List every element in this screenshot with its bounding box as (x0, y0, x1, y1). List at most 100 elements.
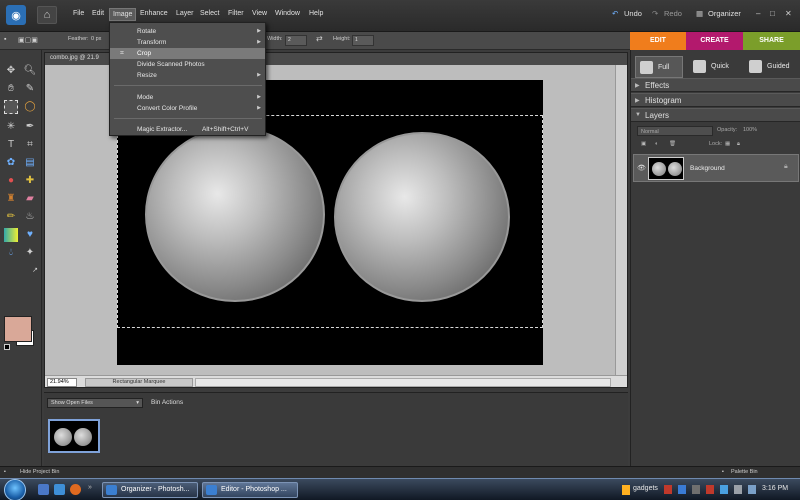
width-field[interactable]: 2 (285, 35, 307, 46)
menu-crop[interactable]: ⌗ Crop (110, 48, 265, 59)
marquee-tool-icon[interactable] (4, 100, 18, 114)
menu-layer[interactable]: Layer (176, 10, 194, 17)
lock-transparency-icon[interactable]: ▦ (725, 141, 730, 147)
visibility-eye-icon[interactable]: 👁︎ (637, 164, 646, 172)
height-field[interactable]: 1 (352, 35, 374, 46)
organizer-button[interactable]: Organizer (708, 9, 741, 18)
blur-tool-icon[interactable]: 💧︎ (4, 246, 18, 260)
options-menu-icon[interactable]: ▪ (4, 36, 6, 43)
quick-selection-tool-icon[interactable]: ✒ (23, 120, 37, 134)
magic-wand-tool-icon[interactable]: ✳ (4, 120, 18, 134)
swap-colors-icon[interactable]: ↗ (28, 264, 42, 278)
smart-brush-tool-icon[interactable]: ♨ (23, 210, 37, 224)
eyedropper-tool-icon[interactable]: ✎ (23, 82, 37, 96)
crop-tool-icon[interactable]: ⌗ (23, 138, 37, 152)
menu-help[interactable]: Help (309, 10, 323, 17)
clone-stamp-tool-icon[interactable]: ♜ (4, 192, 18, 206)
task-organizer[interactable]: Organizer - Photosh... (102, 482, 198, 498)
opacity-value[interactable]: 100% (743, 127, 757, 133)
healing-brush-tool-icon[interactable]: ✚ (23, 174, 37, 188)
menu-divide-scanned-photos[interactable]: Divide Scanned Photos (110, 59, 265, 70)
undo-button[interactable]: Undo (624, 9, 642, 18)
menu-resize[interactable]: Resize ▶ (110, 70, 265, 81)
mode-full-button[interactable]: Full (635, 56, 683, 78)
switch-windows-icon[interactable] (54, 484, 65, 495)
swap-icon[interactable]: ⇄ (316, 34, 323, 43)
adjustment-layer-icon[interactable]: ◐ (655, 141, 658, 147)
default-colors-icon[interactable] (4, 344, 10, 350)
bin-thumbnail[interactable] (48, 419, 100, 453)
menu-select[interactable]: Select (200, 10, 219, 17)
home-icon[interactable]: ⌂ (37, 6, 57, 24)
menu-rotate[interactable]: Rotate ▶ (110, 26, 265, 37)
brush-tool-icon[interactable]: ✏ (4, 210, 18, 224)
tray-network-icon[interactable] (678, 485, 686, 494)
status-info[interactable]: Rectangular Marquee (85, 378, 193, 387)
menu-view[interactable]: View (252, 10, 267, 17)
tab-create[interactable]: CREATE (686, 32, 743, 50)
tab-share[interactable]: SHARE (743, 32, 800, 50)
organizer-icon[interactable]: ▦ (696, 9, 703, 18)
start-orb-icon[interactable] (4, 479, 26, 500)
zoom-level-field[interactable]: 21.94% (47, 378, 77, 387)
menu-magic-extractor[interactable]: Magic Extractor... Alt+Shift+Ctrl+V (110, 124, 265, 135)
menu-window[interactable]: Window (275, 10, 300, 17)
gadgets-label[interactable]: gadgets (633, 485, 658, 492)
layer-row-background[interactable]: 👁︎ Background 🔒︎ (633, 154, 799, 182)
tab-edit[interactable]: EDIT (630, 32, 686, 50)
show-desktop-icon[interactable] (38, 484, 49, 495)
bin-actions-button[interactable]: Bin Actions (151, 399, 183, 406)
hide-project-bin-button[interactable]: Hide Project Bin (20, 469, 59, 475)
selection-mode-icons[interactable]: ▣▢▣ (18, 36, 38, 44)
tray-device-icon[interactable] (692, 485, 700, 494)
menu-transform[interactable]: Transform ▶ (110, 37, 265, 48)
straighten-tool-icon[interactable]: ▤ (23, 156, 37, 170)
type-tool-icon[interactable]: T (4, 138, 18, 152)
maximize-button[interactable]: □ (770, 9, 775, 18)
mode-guided-button[interactable]: Guided (745, 56, 799, 78)
menu-filter[interactable]: Filter (228, 10, 244, 17)
mode-quick-button[interactable]: Quick (689, 56, 739, 78)
zoom-tool-icon[interactable]: 🔍︎ (23, 64, 37, 78)
lock-all-icon[interactable]: 🔒︎ (737, 141, 740, 148)
layers-panel-header[interactable]: ▼ Layers (631, 108, 800, 122)
paint-bucket-tool-icon[interactable]: ♥ (23, 228, 37, 242)
system-clock[interactable]: 3:16 PM (762, 485, 788, 492)
feather-value[interactable]: 0 px (91, 36, 101, 42)
menu-edit[interactable]: Edit (92, 10, 104, 17)
menu-image[interactable]: Image (109, 8, 137, 21)
palette-bin-icon[interactable]: ▪ (722, 469, 724, 475)
blend-mode-select[interactable]: Normal (637, 126, 713, 136)
firefox-icon[interactable] (70, 484, 81, 495)
gadgets-icon[interactable] (622, 485, 630, 495)
horizontal-scrollbar[interactable] (195, 378, 611, 387)
undo-icon[interactable]: ↶ (612, 9, 618, 18)
menu-enhance[interactable]: Enhance (140, 10, 168, 17)
redo-icon[interactable]: ↷ (652, 9, 658, 18)
tray-mcafee-icon[interactable] (706, 485, 714, 494)
effects-panel-header[interactable]: ▶ Effects (631, 78, 800, 92)
quicklaunch-more-icon[interactable]: » (88, 484, 92, 491)
vertical-scrollbar[interactable] (615, 65, 627, 375)
power-icon[interactable] (748, 485, 756, 494)
sponge-tool-icon[interactable]: ✦ (23, 246, 37, 260)
palette-bin-button[interactable]: Palette Bin (731, 469, 758, 475)
menu-convert-color-profile[interactable]: Convert Color Profile ▶ (110, 103, 265, 114)
histogram-panel-header[interactable]: ▶ Histogram (631, 93, 800, 107)
lasso-tool-icon[interactable]: ◯ (23, 100, 37, 114)
volume-icon[interactable] (734, 485, 742, 494)
hide-bin-icon[interactable]: ▪ (4, 469, 6, 475)
tray-app-icon[interactable] (664, 485, 672, 494)
app-logo-icon[interactable]: ◉ (6, 5, 26, 25)
red-eye-tool-icon[interactable]: ● (4, 174, 18, 188)
menu-mode[interactable]: Mode ▶ (110, 92, 265, 103)
minimize-button[interactable]: – (756, 9, 760, 18)
new-layer-icon[interactable]: ▣ (641, 141, 646, 147)
task-editor[interactable]: Editor - Photoshop ... (202, 482, 298, 498)
move-tool-icon[interactable]: ✥ (4, 64, 18, 78)
cookie-cutter-tool-icon[interactable]: ✿ (4, 156, 18, 170)
delete-layer-icon[interactable]: 🗑︎ (669, 141, 676, 147)
gradient-tool-icon[interactable] (4, 228, 18, 242)
foreground-color-swatch[interactable] (4, 316, 32, 342)
menu-file[interactable]: File (73, 10, 84, 17)
